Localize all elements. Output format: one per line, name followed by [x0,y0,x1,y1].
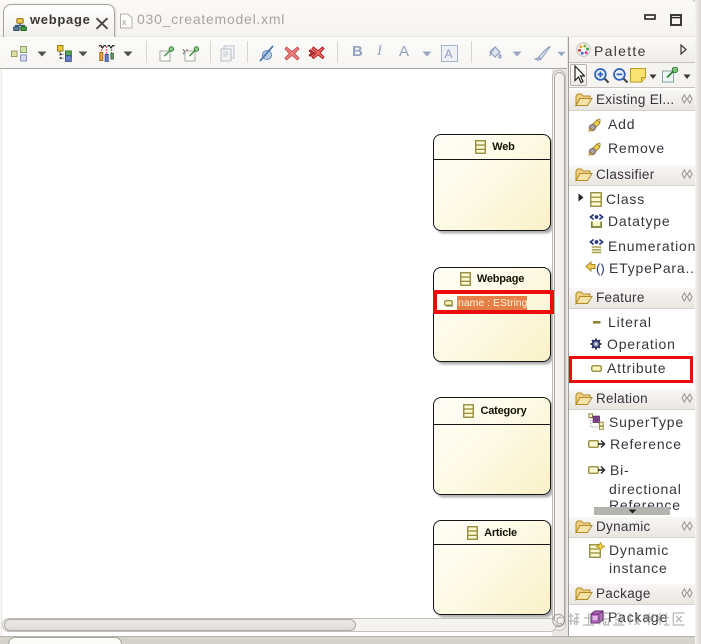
svg-text:(): () [596,261,605,276]
svg-text:A: A [445,47,453,61]
svg-text:x: x [122,17,127,27]
